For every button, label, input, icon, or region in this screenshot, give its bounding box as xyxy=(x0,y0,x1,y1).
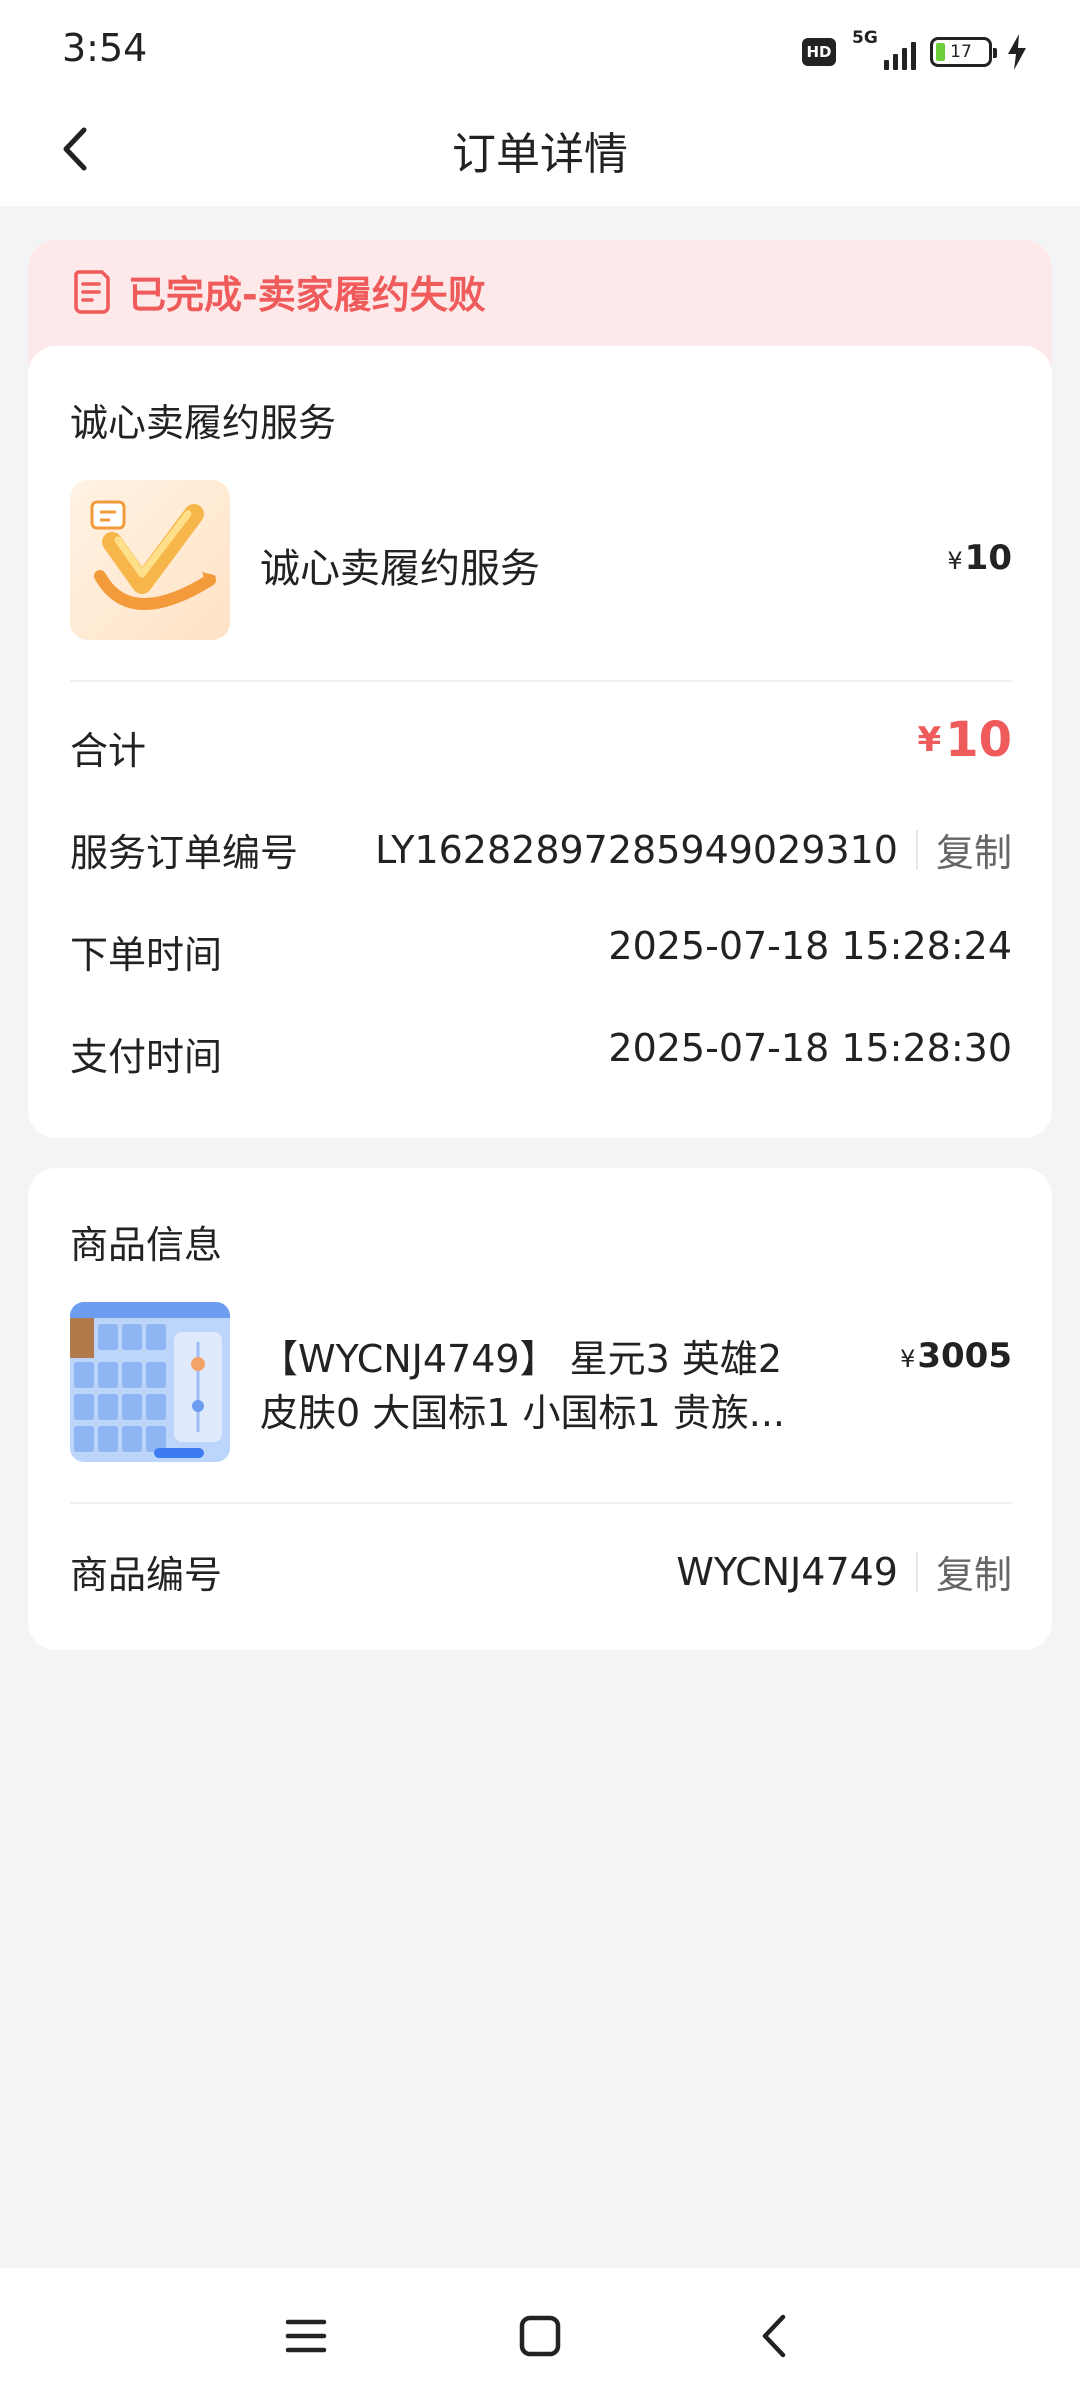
divider xyxy=(70,1502,1012,1504)
pay-time-value: 2025-07-18 15:28:30 xyxy=(608,1026,1012,1070)
status-time: 3:54 xyxy=(62,26,148,70)
battery-percent: 17 xyxy=(950,42,972,62)
service-thumbnail xyxy=(70,480,230,640)
menu-icon xyxy=(285,2319,327,2353)
copy-separator xyxy=(915,1551,918,1592)
service-badge-icon xyxy=(90,500,216,610)
system-nav-bar xyxy=(0,2268,1080,2400)
service-item-price: ¥10 xyxy=(947,538,1012,578)
charging-bolt-icon xyxy=(1008,34,1026,70)
signal-icon: 5G xyxy=(850,28,916,72)
status-bar: 3:54 HD 5G 17 xyxy=(0,0,1080,100)
hd-icon: HD xyxy=(802,38,836,66)
product-card: 商品信息 【WYCNJ4749】 星元3 英雄2 皮肤0 大国标1 小国标1 贵… xyxy=(28,1168,1052,1650)
service-item-name: 诚心卖履约服务 xyxy=(260,546,540,592)
service-section-title: 诚心卖履约服务 xyxy=(70,401,337,445)
product-section-title: 商品信息 xyxy=(70,1223,223,1267)
home-square-icon xyxy=(519,2315,561,2357)
home-button[interactable] xyxy=(500,2296,580,2376)
total-price-value: 10 xyxy=(945,712,1012,768)
product-id-row: WYCNJ4749 复制 xyxy=(676,1544,1012,1599)
product-thumbnail[interactable] xyxy=(70,1302,230,1462)
product-screenshot-image xyxy=(70,1302,230,1462)
product-price: ¥3005 xyxy=(900,1336,1012,1376)
order-time-label: 下单时间 xyxy=(70,933,223,977)
copy-product-id-button[interactable]: 复制 xyxy=(936,1544,1012,1599)
order-number-value: LY16282897285949029310 xyxy=(375,827,898,872)
divider xyxy=(70,680,1012,682)
copy-order-number-button[interactable]: 复制 xyxy=(936,822,1012,877)
product-title[interactable]: 【WYCNJ4749】 星元3 英雄2 皮肤0 大国标1 小国标1 贵族... xyxy=(260,1332,820,1440)
product-id-value: WYCNJ4749 xyxy=(676,1549,898,1594)
copy-separator xyxy=(915,829,918,870)
title-bar: 订单详情 xyxy=(0,100,1080,206)
service-price-value: 10 xyxy=(964,538,1012,578)
product-price-value: 3005 xyxy=(917,1336,1012,1376)
product-id-label: 商品编号 xyxy=(70,1553,223,1597)
product-title-line2: 皮肤0 大国标1 小国标1 贵族... xyxy=(260,1391,786,1435)
service-card: 诚心卖履约服务 诚心卖履约服务 ¥10 合计 ¥10 服务订单编号 LY1628… xyxy=(28,346,1052,1138)
currency-symbol: ¥ xyxy=(947,547,963,575)
page-title: 订单详情 xyxy=(452,129,628,180)
menu-button[interactable] xyxy=(266,2296,346,2376)
document-icon xyxy=(74,269,110,314)
status-icons: HD 5G 17 xyxy=(802,28,1028,74)
order-time-value: 2025-07-18 15:28:24 xyxy=(608,924,1012,968)
total-label: 合计 xyxy=(70,729,147,773)
order-number-label: 服务订单编号 xyxy=(70,831,299,875)
back-chevron-icon xyxy=(762,2314,786,2358)
order-status-text: 已完成-卖家履约失败 xyxy=(128,273,486,317)
product-title-line1: 【WYCNJ4749】 星元3 英雄2 xyxy=(260,1337,783,1381)
network-type: 5G xyxy=(852,28,878,48)
system-back-button[interactable] xyxy=(734,2296,814,2376)
currency-symbol: ¥ xyxy=(900,1345,916,1373)
order-number-row: LY16282897285949029310 复制 xyxy=(375,822,1012,877)
signal-bars-icon xyxy=(884,42,916,70)
currency-symbol: ¥ xyxy=(917,720,942,760)
battery-icon: 17 xyxy=(930,37,997,67)
pay-time-label: 支付时间 xyxy=(70,1035,223,1079)
total-price: ¥10 xyxy=(918,712,1012,768)
